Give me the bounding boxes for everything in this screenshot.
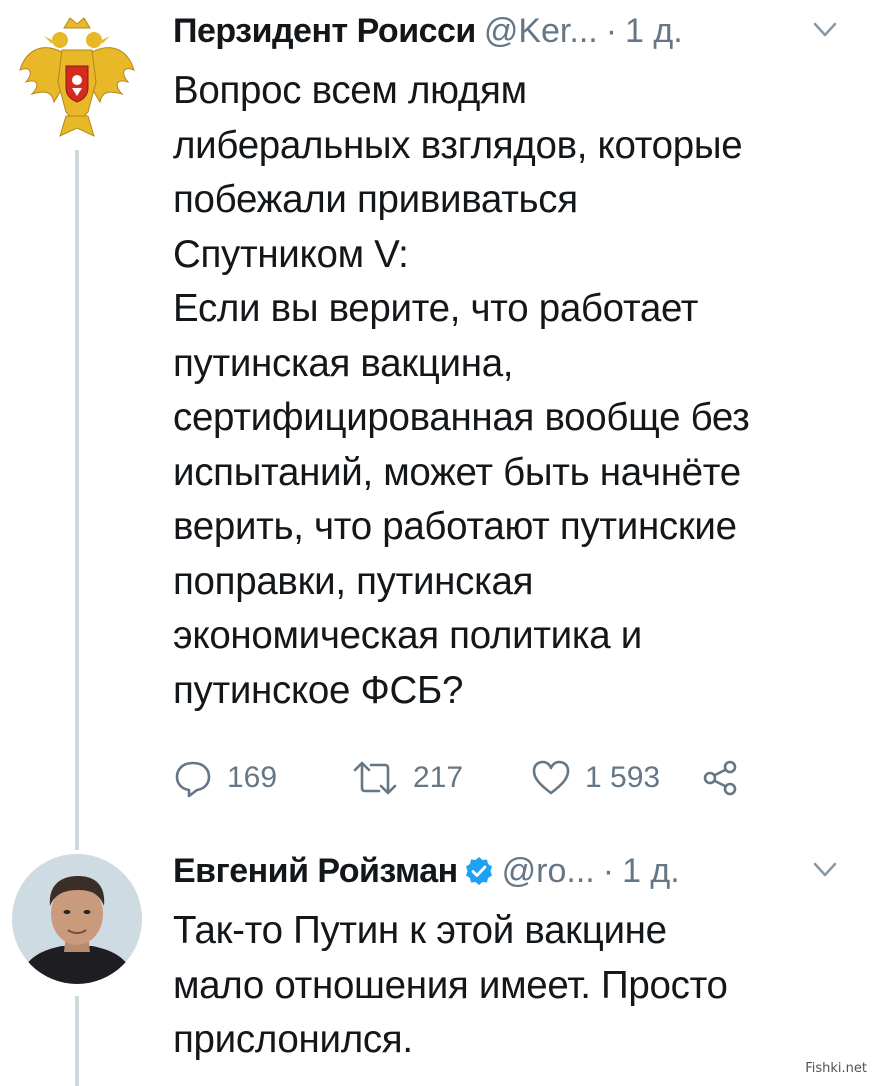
tweet-actions: 169 217 1 593 — [173, 748, 853, 808]
watermark: Fishki.net — [805, 1061, 867, 1076]
tweet-text-line: Если вы верите, что работает — [173, 287, 699, 330]
heart-icon — [532, 760, 570, 795]
like-button[interactable]: 1 593 — [531, 758, 701, 798]
tweet-text-line: верить, что работают путинские — [173, 505, 737, 548]
tweet-text: Так-то Путин к этой вакцине мало отношен… — [173, 904, 853, 1068]
timestamp[interactable]: 1 д. — [625, 12, 683, 51]
author-name[interactable]: Перзидент Роисси — [173, 12, 476, 51]
author-handle[interactable]: @Ker... — [484, 12, 598, 51]
author-handle[interactable]: @ro... — [502, 852, 595, 891]
reply-button[interactable]: 169 — [173, 758, 351, 798]
tweet-text-line: Так-то Путин к этой вакцине — [173, 909, 667, 952]
tweet-text-line: испытаний, может быть начнёте — [173, 450, 741, 494]
tweet-header: Перзидент Роисси @Ker... · 1 д. — [173, 0, 853, 62]
timestamp[interactable]: 1 д. — [622, 852, 680, 891]
tweet-text-line: прислонился. — [173, 1018, 413, 1061]
tweet-text-line: поправки, путинская — [173, 559, 534, 603]
tweet-text-line: побежали прививаться — [173, 178, 578, 221]
tweet-text-line: либеральных взглядов, которые — [173, 123, 743, 167]
separator-dot: · — [605, 11, 618, 50]
tweet-text-line: сертифицированная вообще без — [173, 396, 750, 439]
share-button[interactable] — [701, 759, 739, 797]
chevron-down-icon[interactable] — [811, 18, 839, 42]
share-icon — [703, 760, 737, 796]
avatar[interactable] — [12, 12, 142, 142]
tweet-text-line: путинская вакцина, — [173, 341, 514, 385]
tweet-text-line: Вопрос всем людям — [173, 69, 527, 112]
retweet-icon — [353, 761, 397, 795]
tweet[interactable]: Евгений Ройзман @ro... · 1 д. Так-то Пут… — [0, 830, 873, 1086]
verified-badge-icon — [465, 857, 492, 885]
reply-count: 169 — [227, 761, 278, 794]
tweet-text-line: экономическая политика и — [173, 614, 642, 657]
tweet-header: Евгений Ройзман @ro... · 1 д. — [173, 840, 853, 902]
tweet[interactable]: Перзидент Роисси @Ker... · 1 д. Вопрос в… — [0, 0, 873, 850]
coat-of-arms-icon — [19, 17, 135, 137]
author-name[interactable]: Евгений Ройзман — [173, 852, 458, 891]
tweet-text-line: мало отношения имеет. Просто — [173, 963, 728, 1007]
tweet-text-line: Спутником V: — [173, 232, 409, 276]
thread-line — [75, 996, 79, 1086]
thread-line — [75, 150, 79, 850]
like-count: 1 593 — [585, 761, 661, 794]
reply-icon — [175, 761, 211, 798]
profile-photo-icon — [12, 854, 142, 984]
retweet-count: 217 — [413, 761, 464, 794]
chevron-down-icon[interactable] — [811, 858, 839, 882]
retweet-button[interactable]: 217 — [351, 758, 531, 798]
tweet-text-line: путинское ФСБ? — [173, 668, 464, 712]
tweet-text: Вопрос всем людям либеральных взглядов, … — [173, 64, 853, 718]
separator-dot: · — [602, 851, 615, 890]
avatar[interactable] — [12, 854, 142, 984]
